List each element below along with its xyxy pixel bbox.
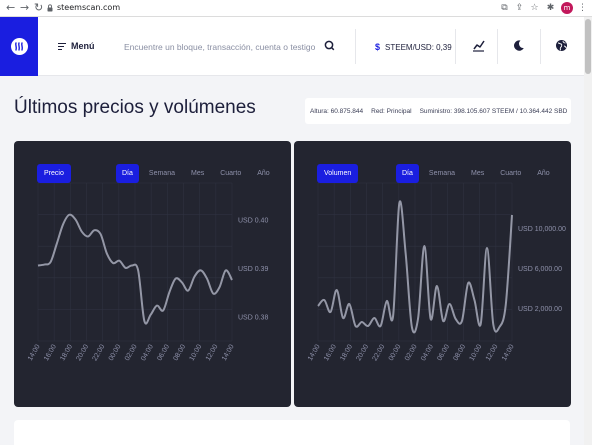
- menu-button[interactable]: Menú: [58, 41, 95, 52]
- scrollbar-thumb[interactable]: [585, 19, 591, 74]
- tab-week[interactable]: Semana: [423, 164, 461, 183]
- price-xtick-label: 08:00: [172, 343, 187, 362]
- volume-xtick-label: 18:00: [339, 343, 354, 362]
- price-xtick-label: 00:00: [108, 343, 123, 362]
- volume-xtick-label: 00:00: [388, 343, 403, 362]
- volume-xtick-label: 16:00: [323, 343, 338, 362]
- price-label: STEEM/USD: 0,39: [385, 43, 452, 52]
- price-xtick-label: 14:00: [27, 343, 42, 362]
- header-divider: [497, 29, 498, 64]
- extensions-icon[interactable]: ✱: [545, 2, 556, 13]
- menu-label: Menú: [71, 41, 95, 52]
- header-divider: [355, 29, 356, 64]
- volume-ytick-label: USD 6,000.00: [518, 266, 562, 273]
- volume-xtick-label: 08:00: [452, 343, 467, 362]
- hamburger-icon: [58, 41, 66, 52]
- share-icon[interactable]: ⇪: [514, 2, 525, 13]
- price-chart-panel: USD 0.40 USD 0.39 USD 0.38 14:00 16:00 18:00 2…: [14, 141, 291, 407]
- volume-xtick-label: 02:00: [404, 343, 419, 362]
- price-xtick-label: 18:00: [59, 343, 74, 362]
- chart-icon[interactable]: [472, 39, 485, 52]
- volume-xtick-label: 10:00: [469, 343, 484, 362]
- search-input[interactable]: Encuentre un bloque, transacción, cuenta…: [124, 42, 315, 52]
- forward-arrow-icon[interactable]: →: [20, 1, 29, 14]
- steem-logo-icon: [10, 38, 28, 55]
- tab-day[interactable]: Día: [116, 164, 139, 183]
- back-arrow-icon[interactable]: ←: [6, 1, 15, 14]
- price-xtick-label: 06:00: [156, 343, 171, 362]
- tab-month[interactable]: Mes: [465, 164, 490, 183]
- site-header: Menú Encuentre un bloque, transacción, c…: [0, 17, 584, 76]
- volume-chart-panel: USD 10,000.00 USD 6,000.00 USD 2,000.00 14:…: [294, 141, 571, 407]
- price-xtick-label: 14:00: [221, 343, 236, 362]
- tab-day[interactable]: Día: [396, 164, 419, 183]
- price-ticker: $ STEEM/USD: 0,39: [375, 42, 452, 52]
- price-xtick-label: 02:00: [124, 343, 139, 362]
- tab-month[interactable]: Mes: [185, 164, 210, 183]
- tab-week[interactable]: Semana: [143, 164, 181, 183]
- price-range-tabs: Día Semana Mes Cuarto Año: [116, 164, 280, 183]
- moon-icon[interactable]: [512, 39, 525, 52]
- more-menu-icon[interactable]: ⋮: [577, 2, 588, 13]
- search-icon[interactable]: [324, 40, 335, 51]
- steem-logo[interactable]: [0, 17, 38, 76]
- volume-range-tabs: Día Semana Mes Cuarto Año: [396, 164, 560, 183]
- bookmark-star-icon[interactable]: ☆: [529, 2, 540, 13]
- price-xtick-label: 22:00: [92, 343, 107, 362]
- profile-avatar[interactable]: m: [561, 2, 573, 14]
- address-bar[interactable]: steemscan.com: [57, 3, 120, 12]
- volume-xtick-label: 12:00: [485, 343, 500, 362]
- volume-xtick-label: 14:00: [501, 343, 516, 362]
- page-scrollbar[interactable]: [584, 17, 592, 445]
- header-divider: [455, 29, 456, 64]
- price-ytick-label: USD 0.39: [238, 266, 268, 273]
- volume-xtick-label: 22:00: [372, 343, 387, 362]
- chain-stats-bar: Altura: 60.875.844 Red: Principal Sumini…: [305, 98, 571, 124]
- volume-xtick-label: 20:00: [355, 343, 370, 362]
- supply-label: Suministro: 398.105.607 STEEM / 10.364.4…: [419, 107, 568, 115]
- translate-icon[interactable]: ⧉: [499, 2, 510, 13]
- price-ytick-label: USD 0.38: [238, 314, 268, 321]
- price-xtick-label: 12:00: [205, 343, 220, 362]
- price-label-pill: Precio: [37, 164, 71, 183]
- volume-xtick-label: 04:00: [420, 343, 435, 362]
- volume-ytick-label: USD 10,000.00: [518, 226, 566, 233]
- volume-xtick-label: 06:00: [436, 343, 451, 362]
- content-card: [14, 420, 570, 445]
- reload-icon[interactable]: ↻: [34, 1, 43, 14]
- tab-quarter[interactable]: Cuarto: [494, 164, 527, 183]
- tab-year[interactable]: Año: [531, 164, 555, 183]
- volume-xtick-label: 14:00: [307, 343, 322, 362]
- block-height: Altura: 60.875.844: [310, 107, 364, 115]
- price-xtick-label: 16:00: [43, 343, 58, 362]
- header-divider: [540, 29, 541, 64]
- network-label: Red: Principal: [371, 107, 412, 115]
- volume-ytick-label: USD 2,000.00: [518, 306, 562, 313]
- globe-icon[interactable]: [555, 39, 568, 52]
- browser-toolbar: ← → ↻ steemscan.com ⧉ ⇪ ☆ ✱ m ⋮: [0, 0, 592, 17]
- page-title: Últimos precios y volúmenes: [14, 97, 256, 118]
- volume-label-pill: Volumen: [317, 164, 359, 183]
- dollar-icon: $: [375, 42, 381, 52]
- lock-icon[interactable]: [47, 4, 53, 12]
- tab-year[interactable]: Año: [251, 164, 275, 183]
- price-xtick-label: 04:00: [140, 343, 155, 362]
- price-xtick-label: 20:00: [75, 343, 90, 362]
- price-ytick-label: USD 0.40: [238, 218, 268, 225]
- tab-quarter[interactable]: Cuarto: [214, 164, 247, 183]
- price-xtick-label: 10:00: [189, 343, 204, 362]
